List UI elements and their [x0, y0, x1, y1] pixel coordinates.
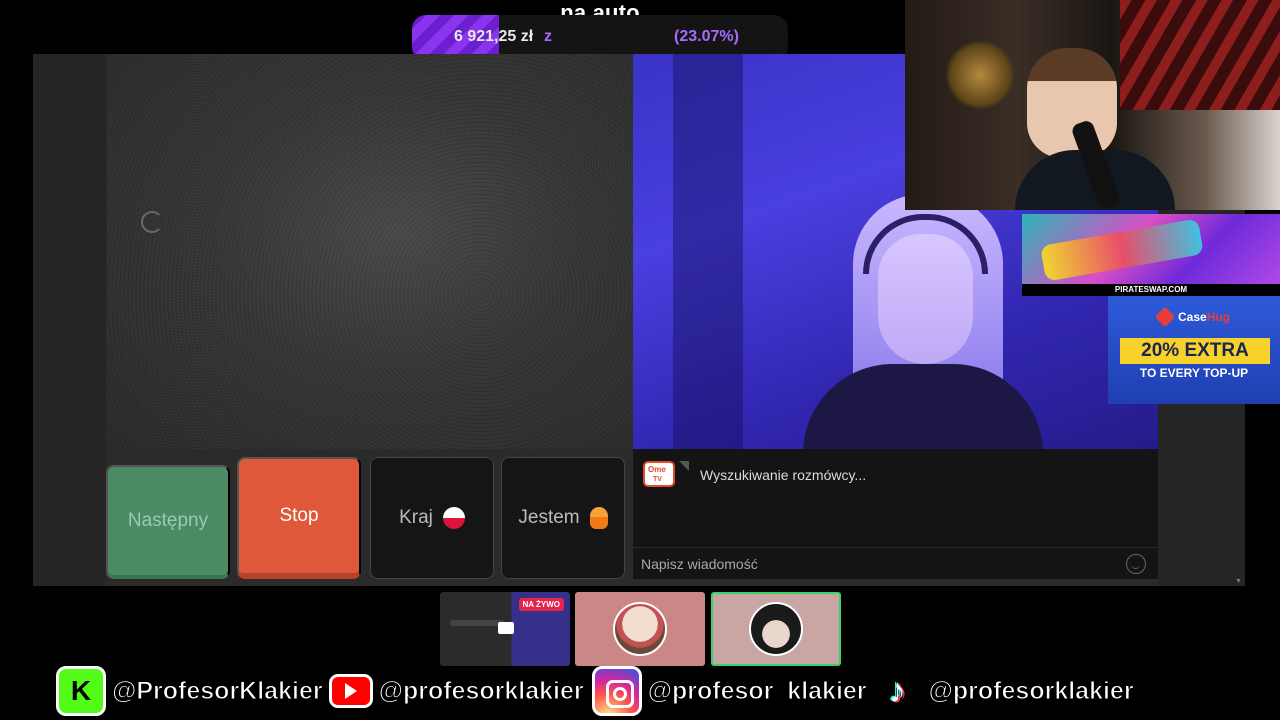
stop-button-label: Stop [279, 505, 319, 526]
stop-button[interactable]: Stop [237, 457, 361, 579]
casehug-brand: CaseHug [1178, 310, 1230, 324]
casehug-subline: TO EVERY TOP-UP [1139, 366, 1249, 380]
pirateswap-caption: PIRATESWAP.COM [1022, 284, 1280, 296]
country-button[interactable]: Kraj [370, 457, 494, 579]
streamer-webcam [905, 0, 1280, 210]
loading-spinner-icon [141, 211, 163, 233]
chat-input-row [633, 547, 1158, 579]
casehug-logo: CaseHug [1154, 306, 1230, 328]
casehug-offer: 20% EXTRA [1120, 338, 1270, 364]
youtube-handle: @profesorklakier [378, 676, 584, 705]
avatar [749, 602, 803, 656]
socials-bar: K @ProfesorKlakier @profesorklakier @pro… [56, 664, 1134, 718]
chat-bubble-tail-icon [679, 461, 689, 471]
camera-noise [107, 54, 633, 449]
casehug-brand-b: Hug [1206, 310, 1231, 324]
person-emoji-icon [589, 507, 608, 529]
kick-handle: @ProfesorKlakier [112, 676, 324, 705]
next-button-label: Następny [127, 510, 209, 531]
chat-message-input[interactable] [641, 552, 1111, 576]
goal-percent: (23.07%) [674, 28, 739, 45]
room-wall [673, 54, 743, 449]
ometv-logo: Ome TV [643, 461, 675, 487]
instagram-handle: @profesor_klakier [647, 676, 867, 705]
youtube-icon [328, 674, 373, 708]
avatar [613, 602, 667, 656]
next-button[interactable]: Następny [106, 465, 230, 579]
instagram-icon [591, 666, 642, 716]
scene-thumbnail-avatar-2-active[interactable] [711, 592, 841, 666]
gender-button-label: Jestem [518, 507, 580, 528]
scene-thumbnail-avatar-1[interactable] [575, 592, 705, 666]
tiktok-icon: ♪ [889, 671, 907, 710]
knife-skin-image [1040, 218, 1204, 282]
scene-thumbnail-live[interactable]: NA ŻYWO [440, 592, 570, 666]
scroll-down-arrow-icon[interactable]: ▼ [1235, 578, 1243, 586]
tiktok-handle: @profesorklakier [928, 676, 1134, 705]
room-decor [1120, 0, 1280, 110]
kick-icon: K [56, 666, 106, 716]
poland-flag-icon [442, 507, 465, 529]
goal-suffix: z [544, 28, 552, 45]
chat-panel: Ome TV Wyszukiwanie rozmówcy... [633, 449, 1158, 579]
casehug-cube-icon [1154, 306, 1176, 328]
thumbnail-bar [450, 620, 505, 626]
ometv-logo-text: Ome [648, 465, 666, 474]
country-button-label: Kraj [399, 507, 433, 528]
room-lamp [945, 40, 1015, 110]
goal-amount: 6 921,25 zł [454, 28, 534, 45]
chat-status-message: Wyszukiwanie rozmówcy... [700, 467, 867, 483]
emoji-picker-icon[interactable] [1126, 554, 1146, 574]
pirateswap-ad: PIRATESWAP.COM [1022, 214, 1280, 296]
ometv-logo-tv: TV [653, 476, 662, 483]
live-badge: NA ŻYWO [518, 598, 564, 611]
screen-icon [498, 622, 514, 634]
own-camera-feed [107, 54, 633, 449]
page-left-margin [33, 54, 106, 586]
gender-button[interactable]: Jestem [501, 457, 625, 579]
casehug-ad: CaseHug 20% EXTRA TO EVERY TOP-UP [1108, 296, 1280, 404]
partner-body [803, 364, 1043, 449]
casehug-brand-a: Case [1178, 310, 1207, 324]
streamer-head [1027, 48, 1117, 158]
